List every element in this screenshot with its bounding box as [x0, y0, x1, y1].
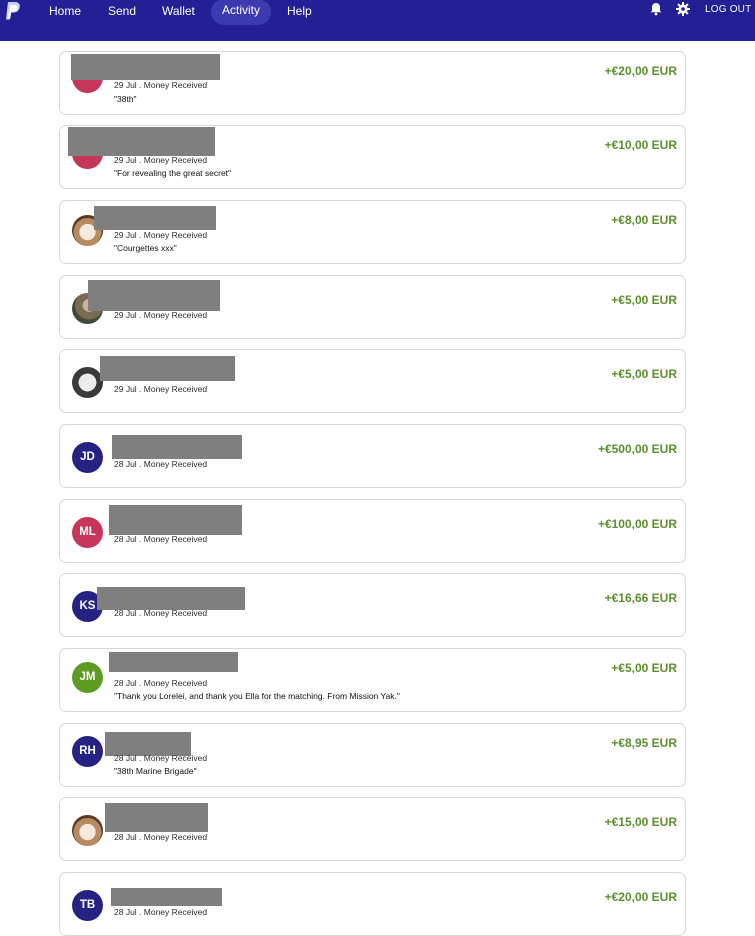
transaction-amount: +€20,00 EUR [604, 64, 677, 78]
avatar: JD [72, 442, 103, 473]
nav-wallet[interactable]: Wallet [162, 0, 195, 22]
nav-send[interactable]: Send [108, 0, 136, 22]
redacted-name [94, 206, 216, 230]
avatar: RH [72, 736, 103, 767]
redacted-name [97, 587, 245, 610]
transaction-amount: +€16,66 EUR [604, 591, 677, 605]
transaction-amount: +€10,00 EUR [604, 138, 677, 152]
settings-gear-icon[interactable] [676, 2, 690, 16]
avatar [72, 367, 103, 398]
logout-link[interactable]: LOG OUT [705, 0, 751, 20]
transaction-card[interactable]: RH 28 Jul . Money Received "38th Marine … [59, 723, 686, 787]
redacted-name [105, 803, 208, 832]
redacted-name [88, 280, 220, 311]
redacted-name [71, 54, 220, 80]
nav-activity[interactable]: Activity [211, 0, 272, 25]
transaction-card[interactable]: 29 Jul . Money Received "Courgettes xxx"… [59, 200, 686, 264]
transaction-meta: 28 Jul . Money Received [114, 608, 208, 618]
transaction-meta: 29 Jul . Money Received [114, 80, 208, 90]
transaction-note: "38th Marine Brigade" [114, 766, 197, 776]
transaction-meta: 28 Jul . Money Received [114, 753, 208, 763]
nav-home[interactable]: Home [49, 0, 81, 22]
redacted-name [109, 652, 238, 672]
transaction-meta: 28 Jul . Money Received [114, 907, 208, 917]
transaction-meta: 28 Jul . Money Received [114, 459, 208, 469]
transaction-card[interactable]: 29 Jul . Money Received +€5,00 EUR [59, 275, 686, 339]
redacted-name [111, 888, 222, 906]
transaction-meta: 28 Jul . Money Received [114, 534, 208, 544]
transaction-card[interactable]: 28 Jul . Money Received +€15,00 EUR [59, 797, 686, 861]
nav-help[interactable]: Help [287, 0, 312, 22]
avatar [72, 815, 103, 846]
transaction-card[interactable]: TB 28 Jul . Money Received +€20,00 EUR [59, 872, 686, 936]
notifications-bell-icon[interactable] [649, 2, 663, 16]
avatar: JM [72, 662, 103, 693]
transaction-note: "Courgettes xxx" [114, 243, 177, 253]
transaction-meta: 29 Jul . Money Received [114, 384, 208, 394]
transaction-card[interactable]: ML 28 Jul . Money Received +€100,00 EUR [59, 499, 686, 563]
transaction-amount: +€5,00 EUR [611, 293, 677, 307]
redacted-name [112, 435, 242, 459]
transaction-card[interactable]: JD 28 Jul . Money Received +€500,00 EUR [59, 424, 686, 488]
transaction-amount: +€100,00 EUR [597, 517, 677, 531]
top-navigation-bar: Home Send Wallet Activity Help LOG OUT [0, 0, 755, 41]
avatar: ML [72, 517, 103, 548]
transaction-meta: 29 Jul . Money Received [114, 155, 208, 165]
transaction-amount: +€5,00 EUR [611, 661, 677, 675]
transaction-amount: +€8,00 EUR [611, 213, 677, 227]
transaction-note: "Thank you Lorelei, and thank you Ella f… [114, 691, 400, 701]
transaction-amount: +€15,00 EUR [604, 815, 677, 829]
transaction-meta: 29 Jul . Money Received [114, 230, 208, 240]
transaction-meta: 29 Jul . Money Received [114, 310, 208, 320]
transaction-amount: +€20,00 EUR [604, 890, 677, 904]
transaction-amount: +€500,00 EUR [597, 442, 677, 456]
transaction-card[interactable]: NC 29 Jul . Money Received "For revealin… [59, 125, 686, 189]
transaction-card[interactable]: KS 28 Jul . Money Received +€16,66 EUR [59, 573, 686, 637]
transaction-amount: +€8,95 EUR [611, 736, 677, 750]
transaction-note: "For revealing the great secret" [114, 168, 232, 178]
transaction-card[interactable]: JM 28 Jul . Money Received "Thank you Lo… [59, 648, 686, 712]
paypal-logo-icon[interactable] [5, 1, 22, 21]
avatar: TB [72, 890, 103, 921]
transaction-meta: 28 Jul . Money Received [114, 832, 208, 842]
redacted-name [100, 356, 235, 381]
redacted-name [68, 127, 215, 156]
redacted-name [109, 505, 242, 535]
transaction-card[interactable]: JK 29 Jul . Money Received "38th" +€20,0… [59, 51, 686, 115]
transaction-amount: +€5,00 EUR [611, 367, 677, 381]
transaction-meta: 28 Jul . Money Received [114, 678, 208, 688]
transaction-note: "38th" [114, 94, 137, 104]
transaction-card[interactable]: 29 Jul . Money Received +€5,00 EUR [59, 349, 686, 413]
